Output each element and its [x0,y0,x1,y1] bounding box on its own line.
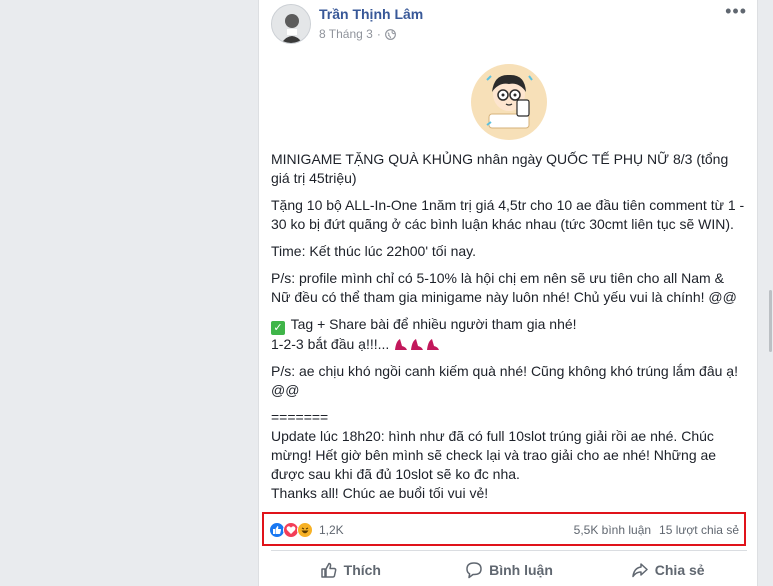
actions-divider [271,550,747,551]
content-paragraph: Update lúc 18h20: hình như đã có full 10… [271,428,717,482]
author-avatar[interactable] [271,4,311,44]
comment-count-link[interactable]: 5,5K bình luận [574,523,651,537]
avatar-image [272,5,310,43]
content-line: Tag + Share bài để nhiều người tham gia … [290,316,577,332]
share-button-label: Chia sẻ [654,562,705,578]
post-meta: 8 Tháng 3 · [319,27,396,41]
like-button-label: Thích [343,562,381,578]
content-paragraph: P/s: profile mình chỉ có 5-10% là hội ch… [271,270,737,305]
content-paragraph: Time: Kết thúc lúc 22h00' tối nay. [271,243,477,259]
scrollbar-thumb[interactable] [769,290,772,352]
post-date[interactable]: 8 Tháng 3 [319,27,373,41]
comment-icon [466,562,482,579]
thumbs-up-icon [320,562,337,578]
scrollbar[interactable] [769,0,773,586]
post-header: Trần Thịnh Lâm 8 Tháng 3 · ••• [271,2,747,46]
content-line: 1-2-3 bắt đầu ạ!!!... [271,336,390,352]
haha-reaction-icon [297,522,313,538]
reaction-count: 1,2K [319,523,344,537]
engagement-stats-highlight: 1,2K 5,5K bình luận 15 lượt chia sẻ [262,512,746,546]
comment-button[interactable]: Bình luận [430,555,589,585]
reactions-summary[interactable]: 1,2K [269,522,344,538]
content-paragraph: Tặng 10 bộ ALL-In-One 1năm trị giá 4,5tr… [271,197,745,232]
like-button[interactable]: Thích [271,555,430,585]
share-arrow-icon [632,563,648,578]
globe-icon [384,28,396,40]
content-paragraph: ✓ Tag + Share bài để nhiều người tham gi… [271,315,747,335]
checkmark-icon: ✓ [271,321,285,335]
comment-share-stats: 5,5K bình luận 15 lượt chia sẻ [574,523,739,537]
content-separator: ======= [271,409,329,425]
author-name[interactable]: Trần Thịnh Lâm [319,6,423,22]
content-paragraph: Thanks all! Chúc ae buổi tối vui vẻ! [271,485,489,501]
content-paragraph: 1-2-3 bắt đầu ạ!!!... [271,335,747,354]
content-paragraph: P/s: ae chịu khó ngồi canh kiếm quà nhé!… [271,363,738,398]
post-content: MINIGAME TẶNG QUÀ KHỦNG nhân ngày QUỐC T… [271,150,747,511]
feet-emoji [393,336,443,352]
content-paragraph: MINIGAME TẶNG QUÀ KHỦNG nhân ngày QUỐC T… [271,151,729,186]
comment-button-label: Bình luận [489,562,553,578]
post-actions: Thích Bình luận Chia sẻ [271,555,747,585]
facebook-post: Trần Thịnh Lâm 8 Tháng 3 · ••• MINIGAME … [258,0,758,586]
share-button[interactable]: Chia sẻ [588,555,747,585]
share-count-link[interactable]: 15 lượt chia sẻ [659,523,739,537]
more-options-button[interactable]: ••• [725,2,747,20]
sticker-image [469,62,549,142]
